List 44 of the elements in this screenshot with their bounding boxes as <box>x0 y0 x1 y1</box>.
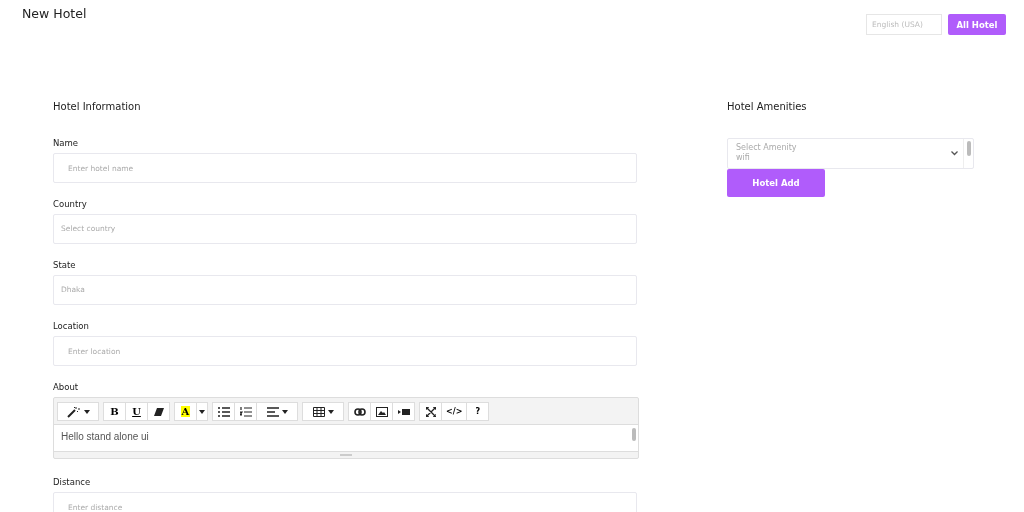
chevron-icon <box>951 151 958 156</box>
field-label: Distance <box>53 477 92 487</box>
resize-handle[interactable] <box>340 454 352 456</box>
amenity-option[interactable]: wifi <box>736 153 973 163</box>
eraser-icon <box>153 407 164 416</box>
toolbar-button[interactable] <box>147 402 170 421</box>
hotel-add-button[interactable]: Hotel Add <box>727 169 825 197</box>
field-label: Name <box>53 138 80 148</box>
table-icon <box>312 406 325 417</box>
caret-icon <box>199 409 205 414</box>
toolbar-button[interactable]: B <box>103 402 126 421</box>
field-label: Location <box>53 321 90 331</box>
section-title: Hotel Information <box>53 101 142 112</box>
toolbar-button[interactable] <box>57 402 99 421</box>
numbered-list-icon <box>239 406 252 417</box>
image-icon <box>375 406 388 417</box>
editor-text[interactable]: Hello stand alone ui <box>61 431 149 442</box>
toolbar-button[interactable]: </> <box>441 402 468 421</box>
toolbar-button[interactable]: A <box>174 402 197 421</box>
toolbar-button[interactable] <box>302 402 344 421</box>
amenity-option[interactable]: Select Amenity <box>736 143 973 153</box>
field-label: State <box>53 260 77 270</box>
field-label: About <box>53 382 80 392</box>
toolbar-button[interactable] <box>392 402 415 421</box>
video-icon <box>397 407 410 416</box>
magic-wand-icon <box>66 405 81 418</box>
expand-icon <box>425 406 436 417</box>
bullet-list-icon <box>217 406 230 417</box>
scrollbar[interactable] <box>966 141 971 156</box>
page-title: New Hotel <box>22 6 87 23</box>
toolbar-button[interactable] <box>348 402 371 421</box>
field-label: Country <box>53 199 88 209</box>
align-icon <box>266 406 279 417</box>
toolbar-button[interactable] <box>419 402 442 421</box>
toolbar-button[interactable]: ? <box>466 402 490 421</box>
toolbar-button[interactable]: U <box>125 402 148 421</box>
toolbar-button[interactable] <box>370 402 393 421</box>
toolbar-button[interactable] <box>256 402 298 421</box>
link-icon <box>353 407 366 416</box>
scrollbar[interactable] <box>632 428 636 441</box>
toolbar-button[interactable] <box>212 402 235 421</box>
all-hotel-button[interactable]: All Hotel <box>948 14 1006 35</box>
caret-button[interactable] <box>196 402 208 421</box>
section-title: Hotel Amenities <box>727 101 808 112</box>
